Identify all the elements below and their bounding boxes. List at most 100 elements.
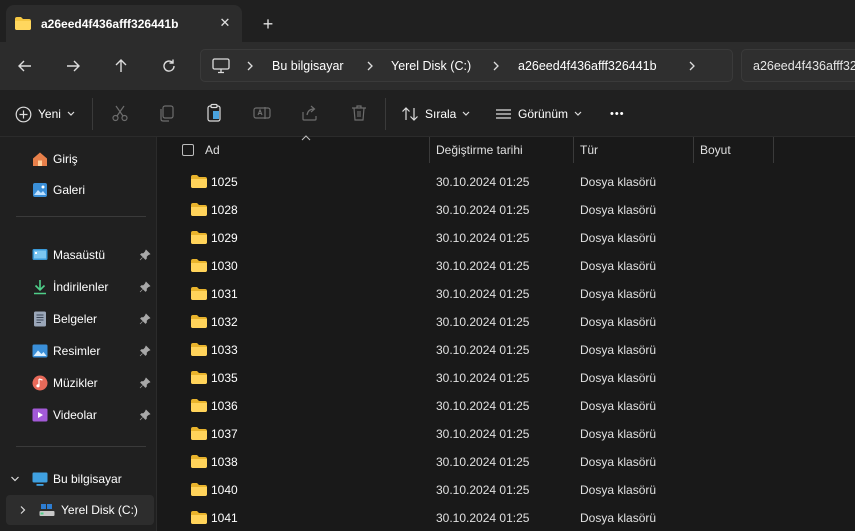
- column-header-name[interactable]: Ad: [205, 143, 220, 157]
- new-button-label: Yeni: [38, 107, 61, 121]
- pin-icon[interactable]: [139, 345, 151, 357]
- search-box[interactable]: a26eed4f436afff326441b: [741, 49, 855, 82]
- file-type: Dosya klasörü: [580, 455, 657, 469]
- file-type: Dosya klasörü: [580, 371, 657, 385]
- sidebar-item-pictures[interactable]: Resimler: [0, 336, 156, 366]
- pin-icon[interactable]: [139, 281, 151, 293]
- address-bar[interactable]: Bu bilgisayar Yerel Disk (C:) a26eed4f43…: [200, 49, 733, 82]
- command-bar: Yeni Sırala Görünüm •••: [0, 90, 855, 137]
- breadcrumb-this-pc[interactable]: Bu bilgisayar: [272, 59, 344, 73]
- chevron-right-icon[interactable]: [687, 59, 697, 73]
- table-row[interactable]: 1041 30.10.2024 01:25 Dosya klasörü: [158, 503, 855, 531]
- table-row[interactable]: 1031 30.10.2024 01:25 Dosya klasörü: [158, 279, 855, 307]
- table-row[interactable]: 1025 30.10.2024 01:25 Dosya klasörü: [158, 167, 855, 195]
- column-divider[interactable]: [429, 137, 430, 163]
- table-row[interactable]: 1038 30.10.2024 01:25 Dosya klasörü: [158, 447, 855, 475]
- rename-icon[interactable]: [252, 103, 272, 123]
- sidebar-item-label: Yerel Disk (C:): [61, 503, 138, 517]
- sidebar-item-downloads[interactable]: İndirilenler: [0, 272, 156, 302]
- column-header: Ad Değiştirme tarihi Tür Boyut: [158, 135, 855, 163]
- download-icon: [34, 280, 46, 295]
- gallery-icon: [33, 183, 47, 197]
- tab-current-folder[interactable]: a26eed4f436afff326441b ✕: [6, 5, 242, 42]
- file-name: 1033: [211, 343, 238, 357]
- pin-icon[interactable]: [139, 313, 151, 325]
- refresh-button[interactable]: [155, 52, 183, 80]
- table-row[interactable]: 1036 30.10.2024 01:25 Dosya klasörü: [158, 391, 855, 419]
- file-modified: 30.10.2024 01:25: [436, 511, 530, 525]
- column-header-modified[interactable]: Değiştirme tarihi: [436, 143, 523, 157]
- file-modified: 30.10.2024 01:25: [436, 371, 530, 385]
- chevron-right-icon[interactable]: [18, 505, 28, 515]
- sidebar-item-label: Videolar: [53, 408, 97, 422]
- breadcrumb-local-disk[interactable]: Yerel Disk (C:): [391, 59, 471, 73]
- file-type: Dosya klasörü: [580, 231, 657, 245]
- sidebar-item-home[interactable]: Giriş: [0, 144, 156, 174]
- new-button[interactable]: Yeni: [15, 102, 75, 126]
- paste-icon[interactable]: [204, 103, 224, 123]
- cut-icon[interactable]: [110, 103, 130, 123]
- table-row[interactable]: 1035 30.10.2024 01:25 Dosya klasörü: [158, 363, 855, 391]
- music-icon: [32, 375, 48, 391]
- column-header-type[interactable]: Tür: [580, 143, 598, 157]
- folder-icon: [15, 17, 31, 30]
- tab-strip: a26eed4f436afff326441b ✕ +: [0, 0, 855, 42]
- table-row[interactable]: 1029 30.10.2024 01:25 Dosya klasörü: [158, 223, 855, 251]
- file-name: 1037: [211, 427, 238, 441]
- table-row[interactable]: 1037 30.10.2024 01:25 Dosya klasörü: [158, 419, 855, 447]
- sidebar-divider: [16, 446, 146, 447]
- pin-icon[interactable]: [139, 377, 151, 389]
- delete-icon[interactable]: [349, 103, 369, 123]
- sidebar-item-label: Resimler: [53, 344, 101, 358]
- folder-icon: [191, 203, 207, 216]
- pin-icon[interactable]: [139, 409, 151, 421]
- table-row[interactable]: 1030 30.10.2024 01:25 Dosya klasörü: [158, 251, 855, 279]
- refresh-icon: [163, 59, 175, 72]
- table-row[interactable]: 1028 30.10.2024 01:25 Dosya klasörü: [158, 195, 855, 223]
- sidebar-item-label: İndirilenler: [53, 280, 109, 294]
- folder-icon: [191, 231, 207, 244]
- forward-button[interactable]: [59, 52, 87, 80]
- select-all-checkbox[interactable]: [182, 144, 194, 156]
- home-icon: [33, 152, 47, 166]
- sidebar-item-label: Masaüstü: [53, 248, 106, 262]
- table-row[interactable]: 1032 30.10.2024 01:25 Dosya klasörü: [158, 307, 855, 335]
- sidebar-item-videos[interactable]: Videolar: [0, 400, 156, 430]
- navigation-bar: Bu bilgisayar Yerel Disk (C:) a26eed4f43…: [0, 42, 855, 90]
- column-divider[interactable]: [773, 137, 774, 163]
- tab-title: a26eed4f436afff326441b: [41, 17, 179, 31]
- new-tab-button[interactable]: +: [258, 14, 278, 34]
- tab-close-button[interactable]: ✕: [215, 13, 235, 33]
- sort-button[interactable]: Sırala: [401, 102, 470, 126]
- column-divider[interactable]: [573, 137, 574, 163]
- view-button[interactable]: Görünüm: [495, 102, 582, 126]
- back-button[interactable]: [11, 52, 39, 80]
- breadcrumb-current-folder[interactable]: a26eed4f436afff326441b: [518, 59, 657, 73]
- pin-icon[interactable]: [139, 249, 151, 261]
- sidebar-item-this-pc[interactable]: Bu bilgisayar: [0, 464, 156, 494]
- sidebar-item-gallery[interactable]: Galeri: [0, 175, 156, 205]
- chevron-right-icon[interactable]: [365, 59, 375, 73]
- sidebar-item-music[interactable]: Müzikler: [0, 368, 156, 398]
- column-header-size[interactable]: Boyut: [700, 143, 731, 157]
- chevron-down-icon[interactable]: [10, 474, 20, 484]
- file-modified: 30.10.2024 01:25: [436, 315, 530, 329]
- up-button[interactable]: [107, 52, 135, 80]
- file-type: Dosya klasörü: [580, 427, 657, 441]
- copy-icon[interactable]: [157, 103, 177, 123]
- file-modified: 30.10.2024 01:25: [436, 343, 530, 357]
- more-options-button[interactable]: •••: [610, 102, 625, 126]
- sidebar-item-documents[interactable]: Belgeler: [0, 304, 156, 334]
- folder-icon: [191, 315, 207, 328]
- folder-icon: [191, 511, 207, 524]
- sidebar-item-local-disk[interactable]: Yerel Disk (C:): [6, 495, 154, 525]
- table-row[interactable]: 1040 30.10.2024 01:25 Dosya klasörü: [158, 475, 855, 503]
- chevron-right-icon[interactable]: [491, 59, 501, 73]
- chevron-right-icon: [247, 61, 253, 71]
- sidebar-item-desktop[interactable]: Masaüstü: [0, 240, 156, 270]
- file-name: 1025: [211, 175, 238, 189]
- column-divider[interactable]: [693, 137, 694, 163]
- table-row[interactable]: 1033 30.10.2024 01:25 Dosya klasörü: [158, 335, 855, 363]
- sort-icon: [402, 107, 418, 121]
- share-icon[interactable]: [300, 103, 320, 123]
